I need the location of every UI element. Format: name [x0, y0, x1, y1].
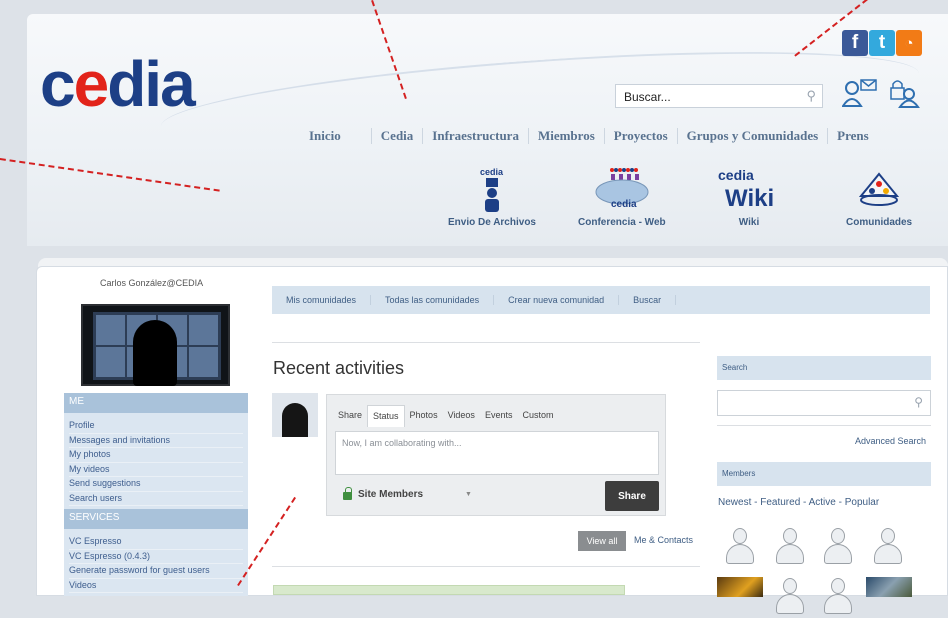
member-avatar[interactable] — [873, 528, 903, 568]
service-label: Wiki — [738, 217, 760, 228]
member-avatar[interactable] — [775, 528, 805, 568]
service-label: Conferencia - Web — [578, 217, 666, 228]
recent-activities-title: Recent activities — [273, 358, 405, 378]
activity-item — [273, 585, 625, 595]
service-communities[interactable]: Comunidades — [846, 166, 912, 228]
share-tabs: Share Status Photos Videos Events Custom — [333, 405, 558, 427]
chevron-down-icon[interactable]: ▼ — [465, 491, 472, 498]
member-filters[interactable]: Newest - Featured - Active - Popular — [718, 497, 879, 508]
cedia-logo[interactable]: cedia — [40, 52, 196, 116]
status-input[interactable]: Now, I am collaborating with... — [335, 431, 659, 475]
share-tab-custom[interactable]: Custom — [517, 405, 558, 427]
tab-mis-comunidades[interactable]: Mis comunidades — [272, 295, 372, 305]
menu-messages[interactable]: Messages and invitations — [69, 434, 243, 448]
person-silhouette — [133, 320, 177, 386]
service-label: Comunidades — [846, 217, 913, 228]
user-messages-icon[interactable] — [842, 78, 878, 108]
divider — [717, 425, 931, 426]
svg-text:cedia: cedia — [718, 167, 754, 183]
member-avatar[interactable] — [775, 578, 805, 618]
twitter-icon[interactable]: t — [869, 30, 895, 56]
member-avatar[interactable] — [725, 528, 755, 568]
communities-icon — [858, 172, 900, 206]
share-tab-share[interactable]: Share — [333, 405, 367, 427]
social-links: f t ◔ — [842, 30, 922, 56]
me-contacts-link[interactable]: Me & Contacts — [634, 535, 693, 545]
me-section-title: ME — [64, 393, 248, 413]
me-menu: Profile Messages and invitations My phot… — [64, 413, 248, 509]
service-label: Envio De Archivos — [448, 217, 536, 228]
main-nav: Inicio Cedia Infraestructura Miembros Pr… — [300, 128, 878, 144]
rss-icon[interactable]: ◔ — [896, 30, 922, 56]
lock-icon — [343, 486, 352, 500]
divider — [272, 566, 700, 567]
wiki-icon: cedia Wiki — [718, 167, 774, 212]
file-transfer-icon: cedia — [480, 167, 504, 212]
user-lock-icon[interactable] — [888, 78, 922, 108]
menu-search-users[interactable]: Search users — [69, 492, 243, 506]
user-actions — [842, 78, 922, 108]
search-placeholder: Buscar... — [624, 90, 671, 104]
tab-crear-comunidad[interactable]: Crear nueva comunidad — [494, 295, 620, 305]
search-icon[interactable]: ⚲ — [914, 395, 923, 409]
menu-my-videos[interactable]: My videos — [69, 463, 243, 477]
profile-username: Carlos González@CEDIA — [100, 278, 204, 288]
community-tabs: Mis comunidades Todas las comunidades Cr… — [272, 286, 930, 314]
share-tab-events[interactable]: Events — [480, 405, 518, 427]
share-button[interactable]: Share — [605, 481, 659, 511]
nav-grupos[interactable]: Grupos y Comunidades — [676, 128, 827, 144]
svg-text:cedia: cedia — [480, 167, 504, 177]
divider — [272, 342, 700, 343]
advanced-search-link[interactable]: Advanced Search — [855, 436, 926, 446]
svg-text:Wiki: Wiki — [725, 185, 774, 212]
privacy-label: Site Members — [358, 489, 424, 500]
services-menu: VC Espresso VC Espresso (0.4.3) Generate… — [64, 529, 248, 596]
member-photo[interactable] — [866, 577, 912, 597]
members-widget-title: Members — [717, 462, 931, 486]
nav-infraestructura[interactable]: Infraestructura — [422, 128, 528, 144]
nav-miembros[interactable]: Miembros — [527, 128, 604, 144]
facebook-icon[interactable]: f — [842, 30, 868, 56]
user-avatar[interactable] — [272, 393, 318, 437]
member-avatar[interactable] — [823, 578, 853, 618]
menu-videos[interactable]: Videos — [69, 579, 243, 593]
nav-proyectos[interactable]: Proyectos — [603, 128, 677, 144]
nav-cedia[interactable]: Cedia — [370, 128, 423, 144]
web-conference-icon: cedia — [595, 168, 649, 210]
share-box: Share Status Photos Videos Events Custom… — [326, 394, 666, 516]
svg-text:cedia: cedia — [611, 199, 637, 210]
menu-profile[interactable]: Profile — [69, 419, 243, 434]
menu-send-suggestions[interactable]: Send suggestions — [69, 477, 243, 492]
member-avatar[interactable] — [823, 528, 853, 568]
privacy-selector[interactable]: Site Members — [343, 486, 424, 500]
services-section-title: SERVICES — [64, 509, 248, 529]
service-wiki[interactable]: cedia Wiki Wiki — [718, 166, 780, 228]
members-search-input[interactable]: ⚲ — [717, 390, 931, 416]
nav-prensa[interactable]: Prens — [827, 128, 878, 144]
search-icon[interactable]: ⚲ — [806, 88, 816, 104]
profile-photo[interactable] — [81, 304, 230, 386]
view-all-button[interactable]: View all — [578, 531, 626, 551]
member-photo[interactable] — [717, 577, 763, 597]
share-tab-status[interactable]: Status — [367, 405, 405, 427]
service-web-conference[interactable]: cedia Conferencia - Web — [578, 166, 666, 228]
share-tab-videos[interactable]: Videos — [443, 405, 480, 427]
menu-vc-espresso-043[interactable]: VC Espresso (0.4.3) — [69, 550, 243, 564]
site-search-input[interactable]: Buscar... ⚲ — [615, 84, 823, 108]
share-tab-photos[interactable]: Photos — [405, 405, 443, 427]
search-widget-title: Search — [717, 356, 931, 380]
menu-vc-espresso[interactable]: VC Espresso — [69, 535, 243, 550]
tab-todas-comunidades[interactable]: Todas las comunidades — [371, 295, 495, 305]
left-sidebar: ME Profile Messages and invitations My p… — [64, 393, 248, 596]
nav-inicio[interactable]: Inicio — [300, 128, 371, 144]
menu-generate-password[interactable]: Generate password for guest users — [69, 564, 243, 579]
tab-buscar[interactable]: Buscar — [619, 295, 677, 305]
menu-my-photos[interactable]: My photos — [69, 448, 243, 463]
service-file-transfer[interactable]: cedia Envio De Archivos — [448, 166, 536, 228]
